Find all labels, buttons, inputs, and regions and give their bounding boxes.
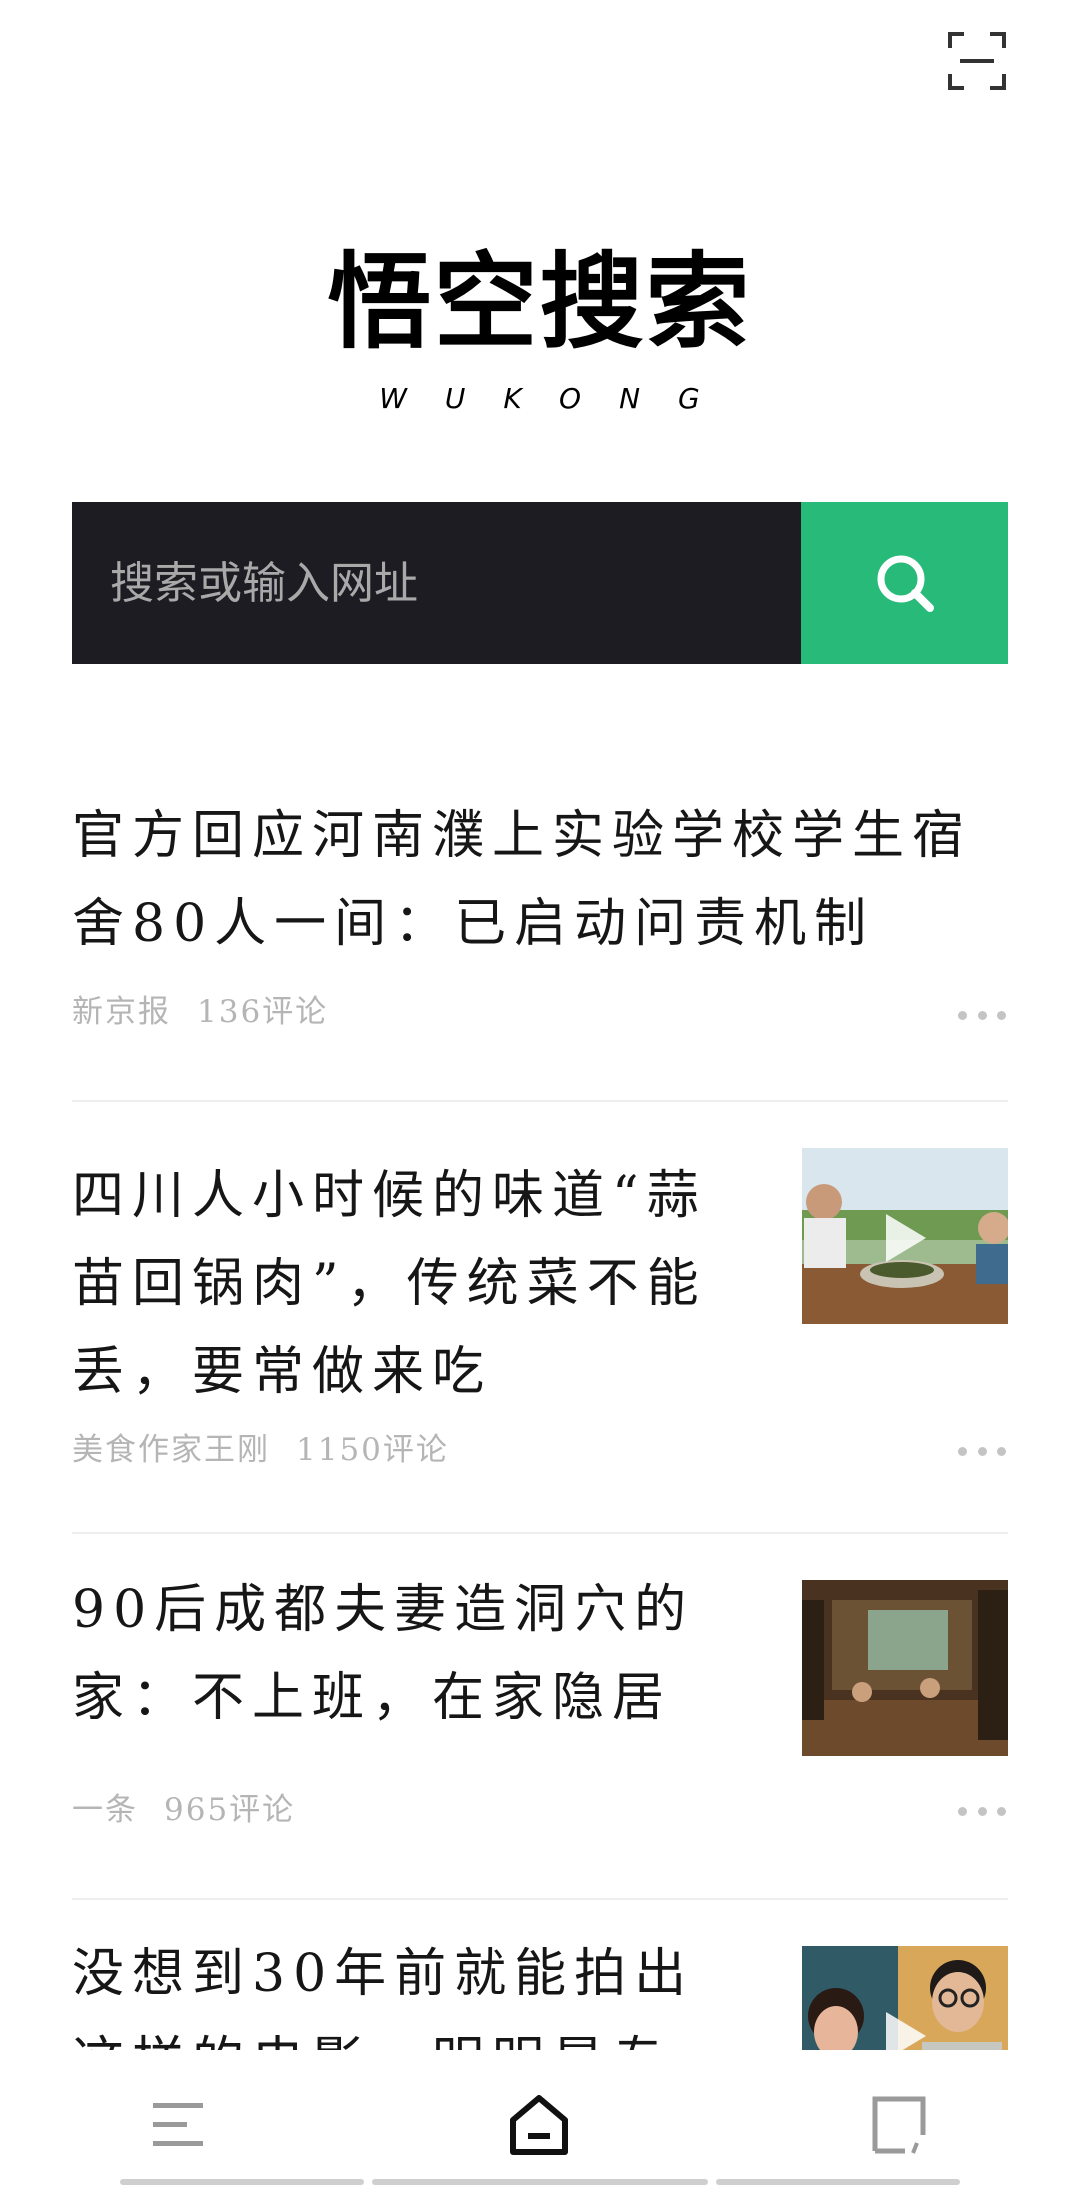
more-icon[interactable]: [958, 1447, 1006, 1456]
news-thumbnail[interactable]: [802, 1148, 1008, 1324]
gesture-bar-left: [120, 2179, 364, 2185]
menu-icon: [153, 2103, 203, 2146]
news-meta: 一条 965评论: [72, 1784, 295, 1829]
tabs-button[interactable]: [864, 2090, 934, 2160]
news-title: 四川人小时候的味道“蒜苗回锅肉”，传统菜不能丢，要常做来吃: [72, 1166, 707, 1402]
news-meta: 新京报 136评论: [72, 986, 328, 1031]
gesture-bar-right: [716, 2179, 960, 2185]
scan-button[interactable]: [948, 32, 1006, 90]
play-icon: [886, 1214, 926, 1262]
more-icon[interactable]: [958, 1807, 1006, 1816]
search-input[interactable]: [72, 502, 801, 664]
news-title: 没想到30年前就能拍出这样的电影，明明是专: [72, 1944, 695, 2050]
news-meta: 美食作家王刚 1150评论: [72, 1424, 449, 1469]
news-comments: 1150评论: [296, 1432, 449, 1468]
menu-button[interactable]: [144, 2090, 214, 2160]
news-title: 90后成都夫妻造洞穴的家：不上班，在家隐居: [72, 1580, 695, 1728]
scan-icon: [948, 32, 1006, 90]
news-thumbnail[interactable]: [802, 1946, 1008, 2050]
search-button[interactable]: [801, 502, 1008, 664]
news-feed: 官方回应河南濮上实验学校学生宿舍80人一间：已启动问责机制 新京报 136评论 四…: [72, 770, 1008, 2050]
news-comments: 965评论: [164, 1792, 296, 1828]
news-thumbnail[interactable]: [802, 1580, 1008, 1756]
cave-home-image: [802, 1580, 1008, 1756]
search-bar: [72, 502, 1008, 664]
news-source: 美食作家王刚: [72, 1432, 270, 1468]
news-item[interactable]: 没想到30年前就能拍出这样的电影，明明是专: [72, 1900, 1008, 2050]
search-icon: [877, 555, 934, 612]
logo-subtitle: WUKONG: [379, 382, 738, 415]
more-icon[interactable]: [958, 1011, 1006, 1020]
tabs-icon: [872, 2096, 926, 2154]
logo-title: 悟空搜索: [327, 241, 752, 363]
news-item[interactable]: 90后成都夫妻造洞穴的家：不上班，在家隐居 一条 965评论: [72, 1534, 1008, 1900]
home-button[interactable]: [504, 2090, 574, 2160]
news-source: 一条: [72, 1792, 138, 1828]
news-item[interactable]: 官方回应河南濮上实验学校学生宿舍80人一间：已启动问责机制 新京报 136评论: [72, 770, 1008, 1102]
news-source: 新京报: [72, 994, 171, 1030]
play-icon: [886, 2012, 926, 2050]
bottom-nav: [0, 2050, 1079, 2199]
home-icon: [510, 2095, 568, 2155]
news-title: 官方回应河南濮上实验学校学生宿舍80人一间：已启动问责机制: [72, 806, 973, 954]
news-item[interactable]: 四川人小时候的味道“蒜苗回锅肉”，传统菜不能丢，要常做来吃 美食作家王刚 1150…: [72, 1102, 1008, 1534]
logo: 悟空搜索 WUKONG: [0, 250, 1079, 415]
gesture-bar-center: [372, 2179, 708, 2185]
news-comments: 136评论: [197, 994, 329, 1030]
